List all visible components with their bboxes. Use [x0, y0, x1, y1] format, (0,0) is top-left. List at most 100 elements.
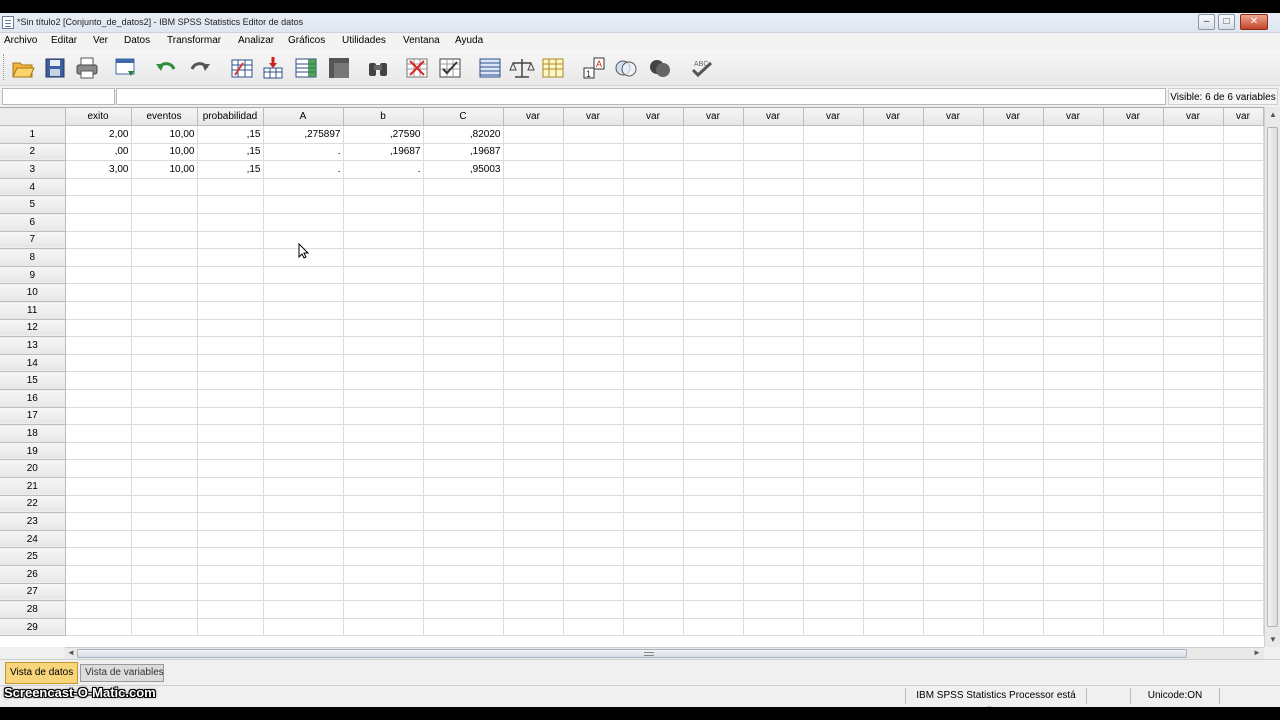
data-cell[interactable]	[65, 371, 132, 390]
data-cell[interactable]	[683, 371, 744, 390]
data-cell[interactable]	[863, 512, 924, 531]
data-cell[interactable]	[983, 301, 1044, 320]
print-icon[interactable]	[73, 54, 101, 82]
data-cell[interactable]	[131, 547, 198, 566]
data-cell[interactable]	[1103, 354, 1164, 373]
data-cell[interactable]	[863, 336, 924, 355]
data-cell[interactable]	[923, 442, 984, 461]
data-cell[interactable]	[263, 213, 344, 232]
row-header[interactable]: 9	[0, 266, 66, 285]
data-cell[interactable]	[1103, 371, 1164, 390]
data-cell[interactable]	[131, 371, 198, 390]
data-cell[interactable]	[863, 231, 924, 250]
data-cell[interactable]	[65, 459, 132, 478]
data-cell[interactable]	[131, 248, 198, 267]
row-header[interactable]: 7	[0, 231, 66, 250]
data-cell[interactable]	[1223, 565, 1264, 584]
column-header[interactable]: probabilidad	[197, 108, 264, 127]
data-cell[interactable]	[743, 530, 804, 549]
data-cell[interactable]	[863, 283, 924, 303]
data-cell[interactable]	[423, 547, 504, 566]
data-cell[interactable]	[743, 618, 804, 637]
data-cell[interactable]	[1043, 583, 1104, 602]
data-cell[interactable]	[743, 424, 804, 443]
data-cell[interactable]	[1043, 301, 1104, 320]
data-cell[interactable]	[683, 125, 744, 144]
data-cell[interactable]	[1043, 143, 1104, 162]
data-cell[interactable]	[923, 160, 984, 179]
column-header[interactable]: var	[563, 108, 624, 127]
data-cell[interactable]	[423, 442, 504, 461]
data-cell[interactable]	[923, 125, 984, 144]
data-cell[interactable]	[263, 195, 344, 215]
data-cell[interactable]	[863, 143, 924, 162]
value-labels-icon[interactable]: A1	[580, 54, 608, 82]
data-cell[interactable]	[683, 512, 744, 531]
data-cell[interactable]	[1223, 547, 1264, 566]
data-cell[interactable]	[563, 160, 624, 179]
data-cell[interactable]	[623, 213, 684, 232]
data-cell[interactable]	[563, 354, 624, 373]
data-cell[interactable]	[743, 371, 804, 390]
data-cell[interactable]	[623, 512, 684, 531]
data-cell[interactable]	[1163, 266, 1224, 285]
data-cell[interactable]	[197, 495, 264, 514]
data-cell[interactable]	[263, 301, 344, 320]
data-cell[interactable]	[1163, 583, 1224, 602]
data-cell[interactable]	[343, 565, 424, 584]
data-cell[interactable]	[743, 547, 804, 566]
data-cell[interactable]	[1103, 125, 1164, 144]
data-cell[interactable]	[1163, 354, 1224, 373]
find-icon[interactable]	[364, 54, 392, 82]
data-cell[interactable]	[563, 301, 624, 320]
data-cell[interactable]	[503, 283, 564, 303]
data-cell[interactable]	[65, 354, 132, 373]
data-cell[interactable]	[1043, 565, 1104, 584]
data-cell[interactable]	[923, 424, 984, 443]
data-cell[interactable]	[503, 618, 564, 637]
data-cell[interactable]	[803, 424, 864, 443]
data-cell[interactable]	[803, 301, 864, 320]
data-cell[interactable]	[923, 407, 984, 426]
data-cell[interactable]	[983, 143, 1044, 162]
data-cell[interactable]	[343, 389, 424, 408]
data-cell[interactable]	[503, 512, 564, 531]
data-cell[interactable]	[923, 301, 984, 320]
data-cell[interactable]	[503, 600, 564, 619]
data-cell[interactable]	[343, 600, 424, 619]
data-cell[interactable]: ,19687	[423, 143, 504, 162]
data-cell[interactable]	[563, 389, 624, 408]
data-cell[interactable]	[65, 600, 132, 619]
data-cell[interactable]	[503, 547, 564, 566]
data-cell[interactable]	[1163, 424, 1224, 443]
data-cell[interactable]	[503, 266, 564, 285]
data-cell[interactable]	[1043, 530, 1104, 549]
row-header[interactable]: 29	[0, 618, 66, 637]
close-button[interactable]: ✕	[1240, 14, 1268, 30]
maximize-button[interactable]: □	[1218, 14, 1235, 30]
data-cell[interactable]	[1043, 213, 1104, 232]
data-cell[interactable]	[197, 424, 264, 443]
row-header[interactable]: 5	[0, 195, 66, 215]
data-cell[interactable]	[983, 178, 1044, 197]
data-cell[interactable]	[263, 424, 344, 443]
data-cell[interactable]	[743, 283, 804, 303]
data-cell[interactable]	[983, 283, 1044, 303]
data-cell[interactable]	[1103, 266, 1164, 285]
data-cell[interactable]	[623, 600, 684, 619]
data-cell[interactable]	[803, 512, 864, 531]
data-cell[interactable]	[263, 389, 344, 408]
data-cell[interactable]	[1043, 407, 1104, 426]
grid-corner[interactable]	[0, 108, 66, 127]
data-cell[interactable]	[623, 477, 684, 496]
data-cell[interactable]	[923, 495, 984, 514]
data-cell[interactable]	[983, 407, 1044, 426]
data-cell[interactable]	[923, 389, 984, 408]
data-cell[interactable]	[683, 424, 744, 443]
data-cell[interactable]	[563, 143, 624, 162]
data-cell[interactable]	[197, 600, 264, 619]
row-header[interactable]: 28	[0, 600, 66, 619]
data-cell[interactable]	[563, 248, 624, 267]
data-cell[interactable]	[863, 547, 924, 566]
data-cell[interactable]	[343, 442, 424, 461]
